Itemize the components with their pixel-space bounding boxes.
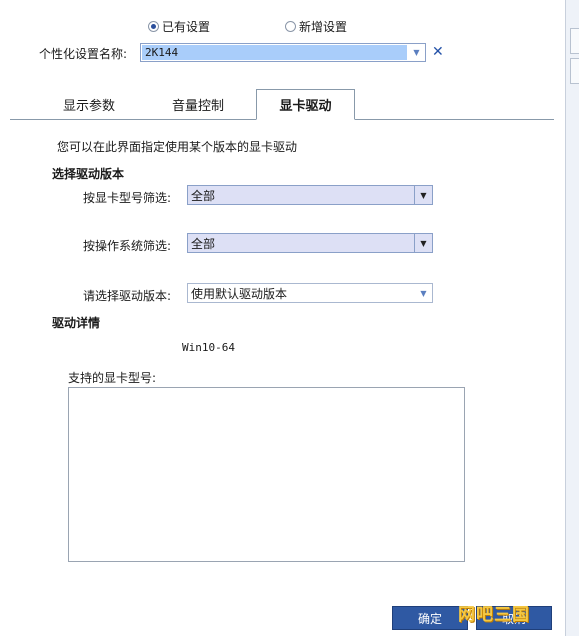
edge-tab	[570, 58, 579, 84]
gpu-filter-select[interactable]: 全部 ▼	[187, 185, 433, 205]
chevron-down-icon[interactable]: ▼	[414, 234, 432, 252]
edge-tab	[570, 28, 579, 54]
chevron-down-icon[interactable]: ▼	[415, 284, 432, 302]
section-title-select-version: 选择驱动版本	[52, 167, 125, 181]
os-filter-label: 按操作系统筛选:	[83, 239, 172, 253]
delete-profile-icon[interactable]: ✕	[432, 44, 444, 60]
driver-version-select[interactable]: 使用默认驱动版本 ▼	[187, 283, 433, 303]
tab-label: 显卡驱动	[279, 99, 332, 114]
chevron-down-icon[interactable]: ▼	[408, 44, 425, 61]
driver-version-label: 请选择驱动版本:	[83, 289, 172, 303]
tab-volume-control[interactable]: 音量控制	[153, 89, 243, 119]
watermark-logo: 网吧三国	[458, 605, 530, 625]
profile-name-label: 个性化设置名称:	[39, 47, 128, 61]
gpu-filter-value: 全部	[191, 188, 216, 203]
supported-gpus-label: 支持的显卡型号:	[68, 371, 157, 385]
driver-description: 您可以在此界面指定使用某个版本的显卡驱动	[57, 140, 298, 154]
section-title-driver-details: 驱动详情	[52, 316, 101, 330]
window-edge-strip	[565, 0, 579, 636]
radio-new-settings[interactable]: 新增设置	[285, 18, 347, 35]
tab-label: 显示参数	[62, 98, 115, 114]
radio-existing-settings[interactable]: 已有设置	[148, 18, 210, 35]
driver-version-value: 使用默认驱动版本	[191, 286, 288, 301]
profile-name-select[interactable]: 2K144 ▼	[140, 43, 426, 62]
radio-existing-label: 已有设置	[162, 20, 211, 34]
tab-label: 音量控制	[171, 98, 224, 114]
os-filter-select[interactable]: 全部 ▼	[187, 233, 433, 253]
ok-button[interactable]: 确定	[392, 606, 468, 630]
tab-gpu-driver[interactable]: 显卡驱动	[256, 89, 355, 120]
radio-selected-icon	[148, 21, 159, 32]
gpu-filter-label: 按显卡型号筛选:	[83, 191, 172, 205]
radio-unselected-icon	[285, 21, 296, 32]
profile-name-value: 2K144	[142, 45, 407, 60]
ok-button-label: 确定	[417, 611, 442, 626]
driver-os-value: Win10-64	[182, 341, 235, 354]
radio-new-label: 新增设置	[299, 20, 348, 34]
tab-display-params[interactable]: 显示参数	[45, 89, 133, 119]
os-filter-value: 全部	[191, 236, 216, 251]
chevron-down-icon[interactable]: ▼	[414, 186, 432, 204]
supported-gpus-list[interactable]	[68, 387, 465, 562]
